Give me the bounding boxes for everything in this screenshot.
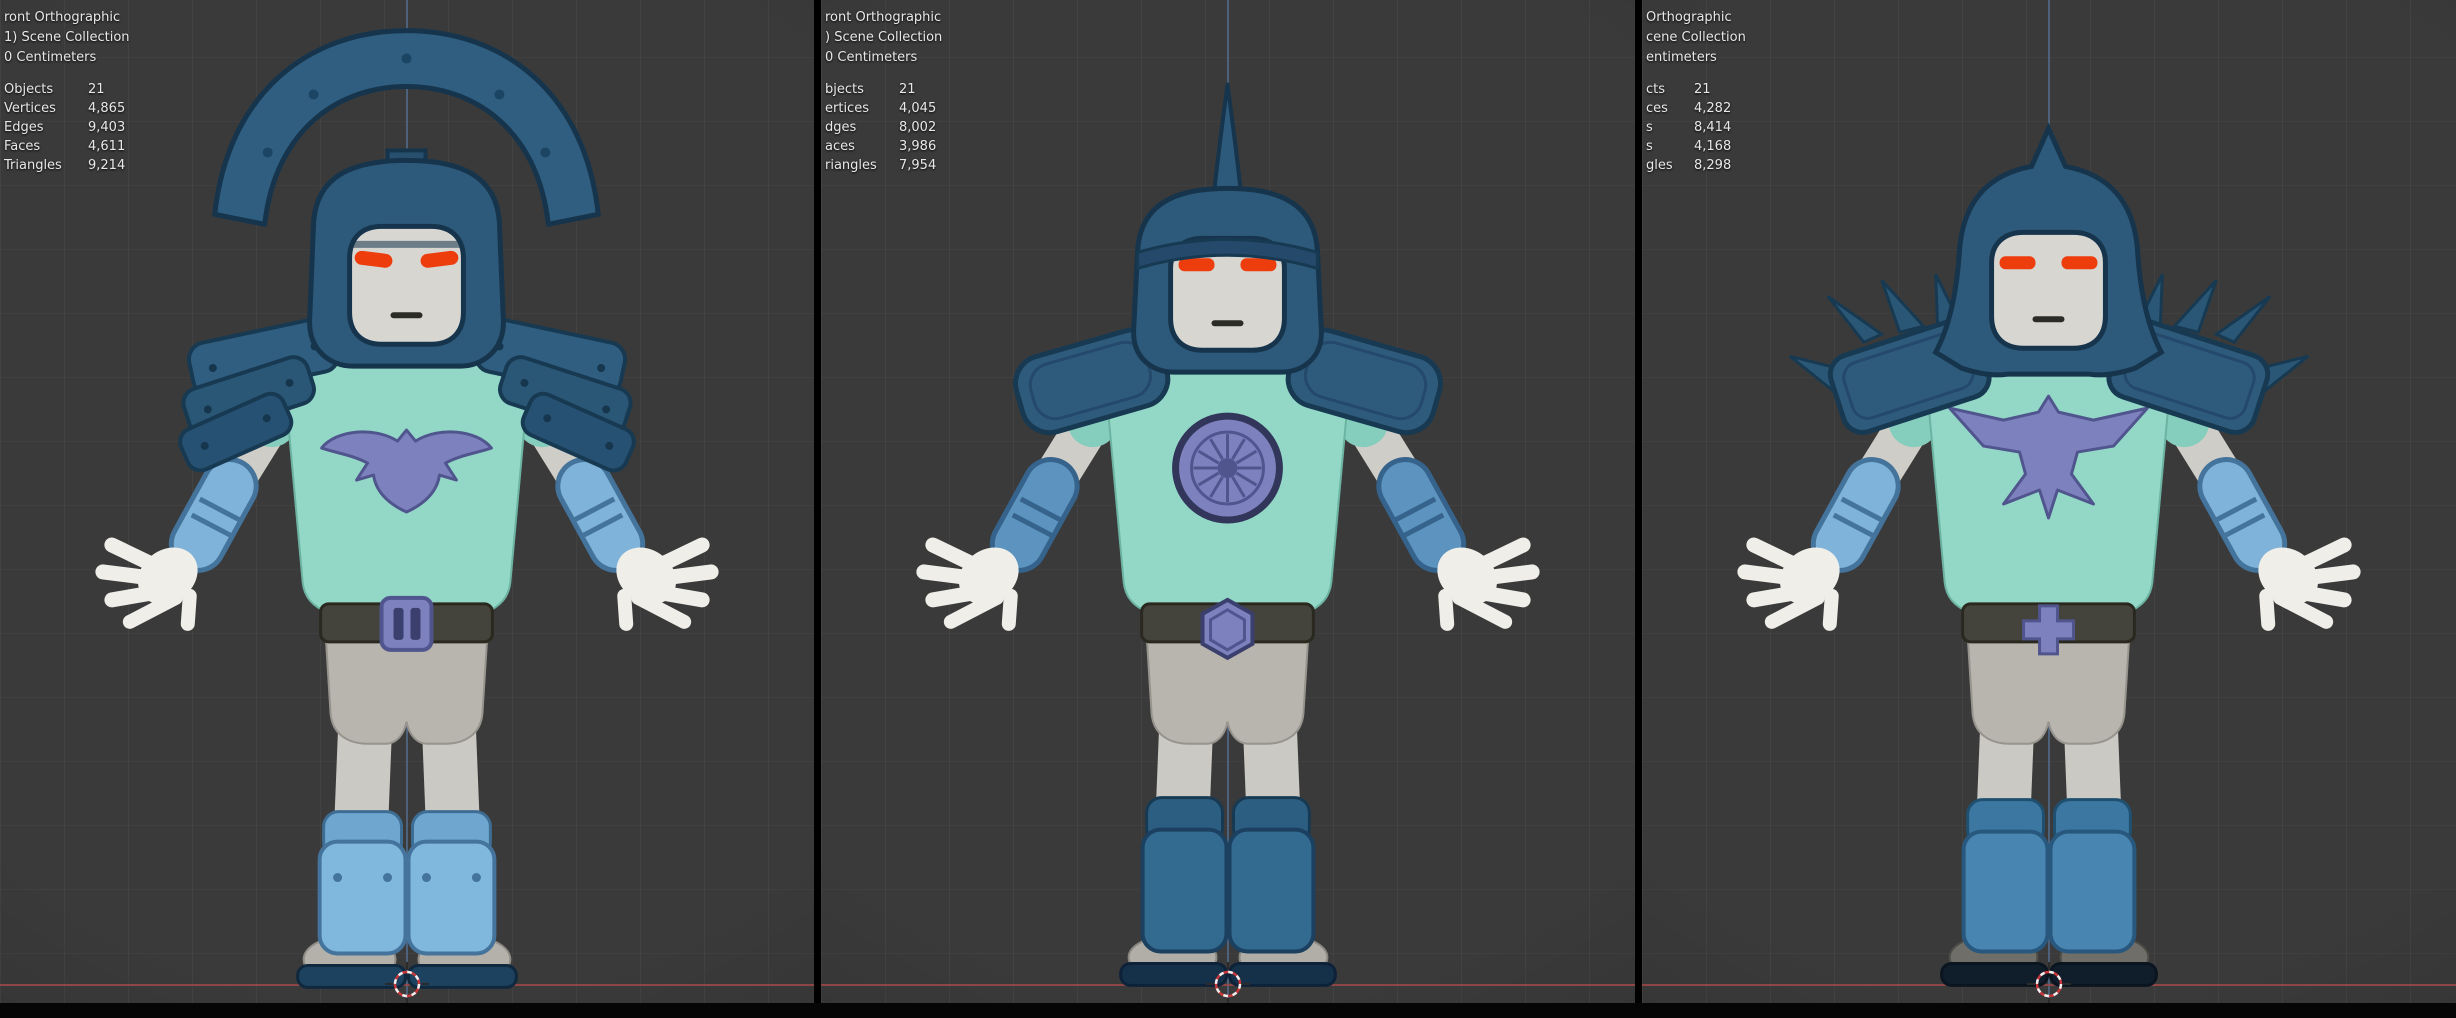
stat-label: gles: [1646, 158, 1673, 173]
belt: [319, 595, 494, 652]
viewport-overlay-text: ront Orthographic ) Scene Collection 0 C…: [825, 8, 942, 175]
units-label: 0 Centimeters: [4, 50, 97, 65]
stat-value: 8,002: [899, 120, 937, 135]
stat-label: ces: [1646, 101, 1668, 116]
collection-name: cene Collection: [1646, 30, 1746, 45]
stat-value: 7,954: [899, 158, 937, 173]
stat-value: 8,298: [1694, 158, 1732, 173]
belt-buckle: [379, 595, 434, 652]
units-label: 0 Centimeters: [825, 50, 918, 65]
viewport-panel-1[interactable]: ront Orthographic 1) Scene Collection 0 …: [0, 0, 814, 1018]
stat-value: 4,168: [1694, 139, 1732, 154]
stat-edges: Edges 9,403: [4, 118, 130, 137]
stat-label: bjects: [825, 82, 864, 97]
stat-value: 4,865: [88, 101, 126, 116]
scene-stats: bjects 21 ertices 4,045 dges 8,002 aces 3,98…: [825, 80, 942, 175]
stat-label: Objects: [4, 82, 54, 97]
3d-cursor: [1206, 962, 1250, 1006]
head: [1989, 228, 2108, 353]
chest-emblem-wheel: [1172, 412, 1283, 524]
character-spike-helm-knight: [916, 82, 1635, 988]
viewport-overlay-text: ront Orthographic 1) Scene Collection 0 …: [4, 8, 130, 175]
3d-cursor: [2027, 962, 2071, 1006]
mouth: [2032, 316, 2065, 323]
stat-faces: s 4,168: [1646, 137, 1746, 156]
collection-name: 1) Scene Collection: [4, 30, 130, 45]
right-eye: [2061, 256, 2098, 270]
stat-faces: aces 3,986: [825, 137, 942, 156]
stat-triangles: Triangles 9,214: [4, 156, 130, 175]
stat-value: 9,214: [88, 158, 126, 173]
stat-label: riangles: [825, 158, 877, 173]
view-name: ront Orthographic: [825, 10, 942, 25]
collection-name: ) Scene Collection: [825, 30, 943, 45]
stat-label: Vertices: [4, 101, 56, 116]
mouth: [1211, 320, 1244, 327]
scene-stats: Objects 21 Vertices 4,865 Edges 9,403 Faces…: [4, 80, 130, 175]
blender-viewports: ront Orthographic 1) Scene Collection 0 …: [0, 0, 2456, 1018]
left-arm: [1737, 361, 1963, 631]
stat-objects: bjects 21: [825, 80, 942, 99]
mouth: [390, 312, 423, 319]
stat-triangles: riangles 7,954: [825, 156, 942, 175]
stat-edges: s 8,414: [1646, 118, 1746, 137]
stat-value: 3,986: [899, 139, 937, 154]
stat-value: 4,282: [1694, 101, 1732, 116]
stat-vertices: ertices 4,045: [825, 99, 942, 118]
viewport-panel-2[interactable]: ront Orthographic ) Scene Collection 0 C…: [821, 0, 1635, 1018]
viewport-overlay-text: Orthographic cene Collection entimeters …: [1646, 8, 1746, 175]
left-eye: [1999, 256, 2036, 270]
stat-objects: Objects 21: [4, 80, 130, 99]
stat-label: ertices: [825, 101, 869, 116]
scene-stats: cts 21 ces 4,282 s 8,414 s 4,168 gles 8,298: [1646, 80, 1746, 175]
character-spiked-pauldron-knight: [1737, 122, 2456, 988]
stat-label: cts: [1646, 82, 1666, 97]
stat-label: aces: [825, 139, 855, 154]
stat-objects: cts 21: [1646, 80, 1746, 99]
viewport-panel-3[interactable]: Orthographic cene Collection entimeters …: [1642, 0, 2456, 1018]
3d-cursor: [385, 962, 429, 1006]
stat-vertices: ces 4,282: [1646, 99, 1746, 118]
view-name: Orthographic: [1646, 10, 1732, 25]
stat-value: 4,045: [899, 101, 937, 116]
stat-value: 21: [88, 82, 105, 97]
stat-value: 9,403: [88, 120, 126, 135]
stat-value: 8,414: [1694, 120, 1732, 135]
helmet-spike: [1211, 82, 1244, 201]
stat-triangles: gles 8,298: [1646, 156, 1746, 175]
stat-label: Edges: [4, 120, 44, 135]
left-boot: [1119, 796, 1229, 987]
left-eye: [1178, 258, 1215, 272]
left-boot: [1940, 798, 2050, 987]
units-label: entimeters: [1646, 50, 1717, 65]
view-name: ront Orthographic: [4, 10, 121, 25]
stat-value: 21: [899, 82, 916, 97]
stat-label: Faces: [4, 139, 41, 154]
stat-value: 21: [1694, 82, 1711, 97]
stat-vertices: Vertices 4,865: [4, 99, 130, 118]
stat-value: 4,611: [88, 139, 126, 154]
stat-faces: Faces 4,611: [4, 137, 130, 156]
stat-label: s: [1646, 139, 1653, 154]
right-eye: [1240, 258, 1277, 272]
bottom-bar: [0, 1003, 2456, 1018]
stat-label: Triangles: [4, 158, 62, 173]
stat-edges: dges 8,002: [825, 118, 942, 137]
stat-label: dges: [825, 120, 857, 135]
stat-label: s: [1646, 120, 1653, 135]
